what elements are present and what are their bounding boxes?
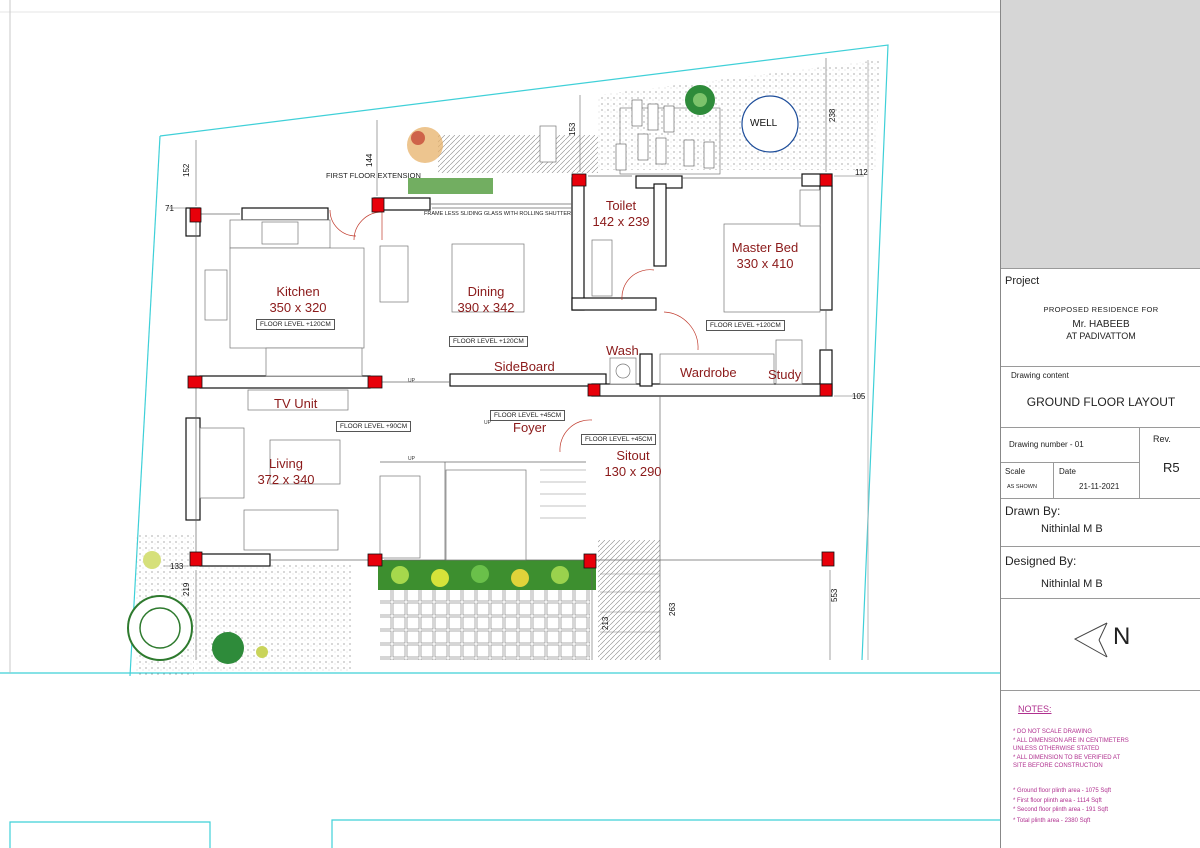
date-value: 21-11-2021 <box>1079 482 1120 491</box>
dining-name: Dining <box>467 284 505 299</box>
note-2: * ALL DIMENSION ARE IN CENTIMETERS <box>1013 738 1129 744</box>
date-label: Date <box>1059 467 1076 476</box>
drawing-content-label: Drawing content <box>1011 371 1069 380</box>
rev-divider <box>1139 428 1140 498</box>
study-label: Study <box>768 367 802 382</box>
living-name: Living <box>269 456 303 471</box>
scale-date-section: Scale AS SHOWN Date 21-11-2021 <box>1001 462 1139 499</box>
area-second: * Second floor plinth area - 191 Sqft <box>1013 807 1109 813</box>
sitout-level: FLOOR LEVEL +45CM <box>581 434 657 445</box>
dim-238: 238 <box>828 108 837 122</box>
up-arrow-1: UP <box>408 378 415 384</box>
tv-unit-label: TV Unit <box>274 396 318 411</box>
dim-263: 263 <box>668 602 677 616</box>
master-bed-name: Master Bed <box>731 240 799 255</box>
kitchen-size: 350 x 320 <box>269 300 327 315</box>
sideboard-label: SideBoard <box>494 359 555 374</box>
dim-219: 219 <box>182 582 191 596</box>
dim-71: 71 <box>165 204 174 213</box>
drawing-content-value: GROUND FLOOR LAYOUT <box>1026 395 1176 409</box>
master-bed-size: 330 x 410 <box>736 256 794 271</box>
foyer-label: Foyer <box>513 420 547 435</box>
area-ground: * Ground floor plinth area - 1075 Sqft <box>1013 788 1112 794</box>
kitchen-level: FLOOR LEVEL +120CM <box>256 319 335 330</box>
frameless-glass-note: FRAME LESS SLIDING GLASS WITH ROLLING SH… <box>424 211 571 217</box>
toilet-label: Toilet 142 x 239 <box>586 198 656 230</box>
toilet-size: 142 x 239 <box>592 214 650 229</box>
wardrobe-label: Wardrobe <box>680 365 737 380</box>
scale-label: Scale <box>1005 467 1026 476</box>
drawn-by-name: Nithinlal M B <box>1041 523 1103 535</box>
drawn-by-label: Drawn By: <box>1005 504 1061 518</box>
note-5: SITE BEFORE CONSTRUCTION <box>1013 763 1103 769</box>
notes-title: NOTES: <box>1018 704 1052 714</box>
north-section: N <box>1001 598 1200 690</box>
client-name: Mr. HABEEB <box>1072 319 1130 330</box>
dim-152: 152 <box>182 163 191 177</box>
up-arrow-3: UP <box>408 456 415 462</box>
sitout-size: 130 x 290 <box>604 464 662 479</box>
dim-144: 144 <box>365 153 374 167</box>
note-4: * ALL DIMENSION TO BE VERIFIED AT <box>1013 755 1121 761</box>
dim-153: 153 <box>568 122 577 136</box>
rev-value: R5 <box>1163 460 1180 475</box>
project-label: Project <box>1005 275 1040 287</box>
dining-size: 390 x 342 <box>457 300 515 315</box>
wash-label: Wash <box>606 343 639 358</box>
sitout-name: Sitout <box>616 448 650 463</box>
living-label: Living 372 x 340 <box>250 456 322 488</box>
living-size: 372 x 340 <box>257 472 315 487</box>
well-label: WELL <box>750 118 778 129</box>
dim-553: 553 <box>830 588 839 602</box>
area-first: * First floor plinth area - 1114 Sqft <box>1013 798 1102 804</box>
scale-divider <box>1053 463 1054 499</box>
drawing-content-section: Drawing content GROUND FLOOR LAYOUT <box>1001 366 1200 426</box>
dim-105: 105 <box>852 392 866 401</box>
drawn-by-section: Drawn By: Nithinlal M B <box>1001 498 1200 546</box>
dim-112: 112 <box>855 168 868 177</box>
rev-label: Rev. <box>1153 434 1171 444</box>
title-block: Project PROPOSED RESIDENCE FOR Mr. HABEE… <box>1000 0 1200 848</box>
master-bed-level: FLOOR LEVEL +120CM <box>706 320 785 331</box>
project-line1: PROPOSED RESIDENCE FOR <box>1043 305 1159 314</box>
kitchen-name: Kitchen <box>276 284 320 299</box>
living-level: FLOOR LEVEL +90CM <box>336 421 412 432</box>
floor-plan: Kitchen 350 x 320 Dining 390 x 342 Toile… <box>0 0 1000 848</box>
project-section: Project PROPOSED RESIDENCE FOR Mr. HABEE… <box>1001 268 1200 368</box>
foyer-level: FLOOR LEVEL +45CM <box>490 410 566 421</box>
designed-by-section: Designed By: Nithinlal M B <box>1001 546 1200 598</box>
dining-label: Dining 390 x 342 <box>450 284 522 316</box>
first-floor-extension-note: FIRST FLOOR EXTENSION <box>326 171 421 180</box>
designed-by-name: Nithinlal M B <box>1041 578 1103 590</box>
drawing-number-section: Drawing number - 01 Rev. R5 <box>1001 427 1200 498</box>
dining-level: FLOOR LEVEL +120CM <box>449 336 528 347</box>
floor-plan-drawing <box>0 0 1000 848</box>
project-location: AT PADIVATTOM <box>1066 331 1136 341</box>
scale-value: AS SHOWN <box>1007 484 1037 490</box>
dim-133: 133 <box>170 562 184 571</box>
drawing-number: Drawing number - 01 <box>1009 440 1084 449</box>
designed-by-label: Designed By: <box>1005 554 1077 568</box>
kitchen-label: Kitchen 350 x 320 <box>262 284 334 316</box>
sitout-label: Sitout 130 x 290 <box>598 448 668 480</box>
master-bed-label: Master Bed 330 x 410 <box>724 240 806 272</box>
note-3: UNLESS OTHERWISE STATED <box>1013 746 1100 752</box>
note-1: * DO NOT SCALE DRAWING <box>1013 729 1093 735</box>
north-letter: N <box>1113 623 1131 650</box>
title-block-top-band <box>1001 0 1200 268</box>
area-total: * Total plinth area - 2380 Sqft <box>1013 818 1091 824</box>
dim-213: 213 <box>601 616 610 630</box>
up-arrow-2: UP <box>484 420 491 426</box>
toilet-name: Toilet <box>605 198 637 213</box>
